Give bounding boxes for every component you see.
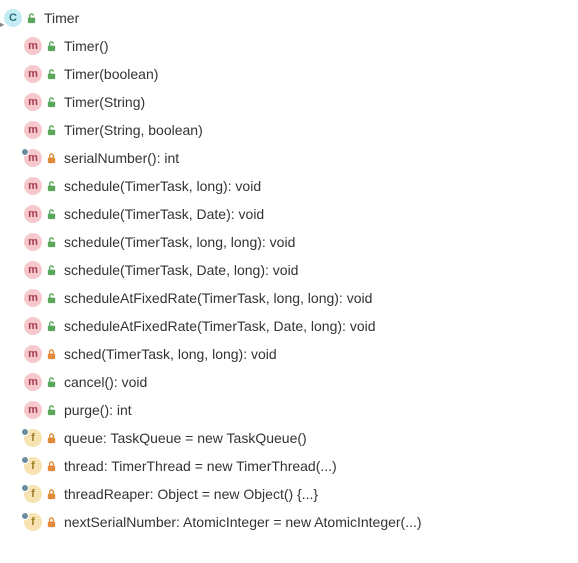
member-label: queue: TaskQueue = new TaskQueue() xyxy=(64,430,307,446)
class-row[interactable]: C ▸ Timer xyxy=(4,4,574,32)
member-label: nextSerialNumber: AtomicInteger = new At… xyxy=(64,514,422,530)
method-icon: m xyxy=(24,93,42,111)
member-row[interactable]: m purge(): int xyxy=(4,396,574,424)
class-icon: C ▸ xyxy=(4,9,22,27)
method-icon: m xyxy=(24,261,42,279)
method-icon: m xyxy=(24,373,42,391)
member-row[interactable]: m Timer(String, boolean) xyxy=(4,116,574,144)
method-icon: m xyxy=(24,121,42,139)
public-access-icon xyxy=(44,207,58,221)
static-marker xyxy=(21,512,29,520)
member-row[interactable]: m serialNumber(): int xyxy=(4,144,574,172)
public-access-icon xyxy=(44,291,58,305)
method-icon: m xyxy=(24,289,42,307)
member-row[interactable]: m Timer(String) xyxy=(4,88,574,116)
member-row[interactable]: m sched(TimerTask, long, long): void xyxy=(4,340,574,368)
method-icon: m xyxy=(24,317,42,335)
member-label: Timer(boolean) xyxy=(64,66,158,82)
static-marker xyxy=(21,428,29,436)
public-access-icon xyxy=(44,123,58,137)
member-row[interactable]: m schedule(TimerTask, Date, long): void xyxy=(4,256,574,284)
member-label: thread: TimerThread = new TimerThread(..… xyxy=(64,458,337,474)
member-label: schedule(TimerTask, Date, long): void xyxy=(64,262,298,278)
runnable-marker: ▸ xyxy=(0,20,4,29)
member-label: Timer(String) xyxy=(64,94,145,110)
public-access-icon xyxy=(24,11,38,25)
private-access-icon xyxy=(44,487,58,501)
method-icon: m xyxy=(24,401,42,419)
member-row[interactable]: f thread: TimerThread = new TimerThread(.… xyxy=(4,452,574,480)
member-label: cancel(): void xyxy=(64,374,147,390)
public-access-icon xyxy=(44,95,58,109)
member-label: scheduleAtFixedRate(TimerTask, Date, lon… xyxy=(64,318,376,334)
private-access-icon xyxy=(44,151,58,165)
member-row[interactable]: m Timer(boolean) xyxy=(4,60,574,88)
member-label: schedule(TimerTask, Date): void xyxy=(64,206,264,222)
member-row[interactable]: m scheduleAtFixedRate(TimerTask, long, lo… xyxy=(4,284,574,312)
field-icon: f xyxy=(24,513,42,531)
method-icon: m xyxy=(24,205,42,223)
member-label: purge(): int xyxy=(64,402,132,418)
member-label: scheduleAtFixedRate(TimerTask, long, lon… xyxy=(64,290,372,306)
static-marker xyxy=(21,484,29,492)
member-label: schedule(TimerTask, long): void xyxy=(64,178,261,194)
private-access-icon xyxy=(44,431,58,445)
member-row[interactable]: m scheduleAtFixedRate(TimerTask, Date, lo… xyxy=(4,312,574,340)
member-row[interactable]: f queue: TaskQueue = new TaskQueue() xyxy=(4,424,574,452)
member-row[interactable]: f nextSerialNumber: AtomicInteger = new A… xyxy=(4,508,574,536)
member-row[interactable]: m schedule(TimerTask, long): void xyxy=(4,172,574,200)
static-marker xyxy=(21,148,29,156)
member-label: serialNumber(): int xyxy=(64,150,179,166)
method-icon: m xyxy=(24,177,42,195)
public-access-icon xyxy=(44,319,58,333)
private-access-icon xyxy=(44,347,58,361)
member-label: sched(TimerTask, long, long): void xyxy=(64,346,277,362)
member-label: threadReaper: Object = new Object() {...… xyxy=(64,486,318,502)
member-label: Timer(String, boolean) xyxy=(64,122,203,138)
private-access-icon xyxy=(44,515,58,529)
method-icon: m xyxy=(24,65,42,83)
public-access-icon xyxy=(44,403,58,417)
member-label: schedule(TimerTask, long, long): void xyxy=(64,234,295,250)
field-icon: f xyxy=(24,485,42,503)
method-icon: m xyxy=(24,37,42,55)
member-row[interactable]: m Timer() xyxy=(4,32,574,60)
method-icon: m xyxy=(24,149,42,167)
member-row[interactable]: m schedule(TimerTask, Date): void xyxy=(4,200,574,228)
public-access-icon xyxy=(44,263,58,277)
field-icon: f xyxy=(24,429,42,447)
static-marker xyxy=(21,456,29,464)
public-access-icon xyxy=(44,67,58,81)
method-icon: m xyxy=(24,345,42,363)
member-row[interactable]: m cancel(): void xyxy=(4,368,574,396)
member-row[interactable]: f threadReaper: Object = new Object() {..… xyxy=(4,480,574,508)
field-icon: f xyxy=(24,457,42,475)
public-access-icon xyxy=(44,375,58,389)
public-access-icon xyxy=(44,235,58,249)
member-row[interactable]: m schedule(TimerTask, long, long): void xyxy=(4,228,574,256)
public-access-icon xyxy=(44,179,58,193)
method-icon: m xyxy=(24,233,42,251)
public-access-icon xyxy=(44,39,58,53)
member-label: Timer() xyxy=(64,38,109,54)
private-access-icon xyxy=(44,459,58,473)
class-name-label: Timer xyxy=(44,10,79,26)
